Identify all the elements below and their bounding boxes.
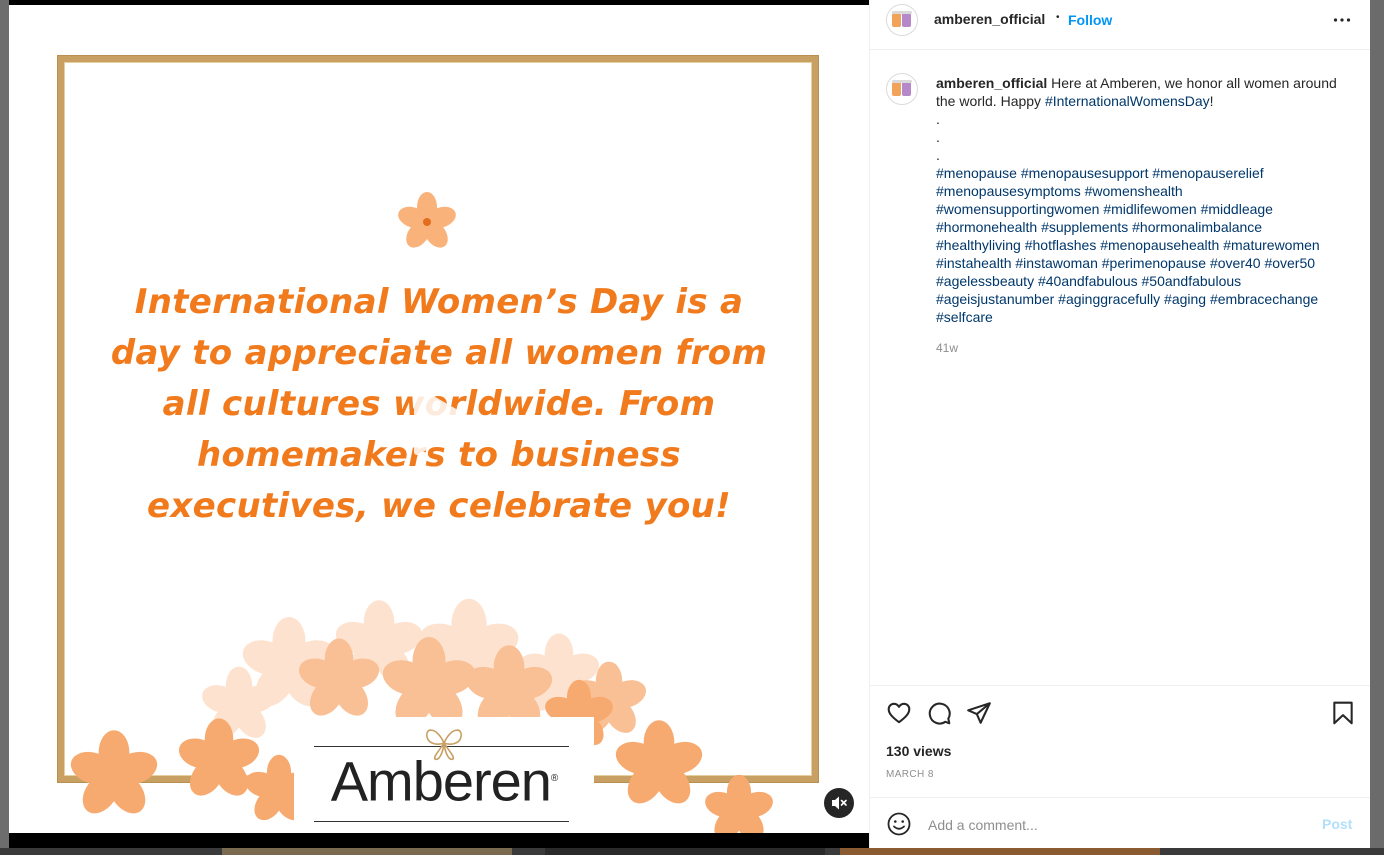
hashtag-line[interactable]: #menopausesymptoms #womenshealth bbox=[936, 182, 1356, 200]
hashtag-link[interactable]: #InternationalWomensDay bbox=[1045, 93, 1210, 109]
comment-input[interactable] bbox=[926, 814, 1310, 836]
backdrop-feed-strip bbox=[0, 848, 1384, 855]
play-icon[interactable] bbox=[409, 386, 475, 456]
hashtag-line[interactable]: #agelessbeauty #40andfabulous #50andfabu… bbox=[936, 272, 1356, 290]
post-media[interactable]: International Women’s Day is a day to ap… bbox=[9, 0, 869, 848]
hashtag-line[interactable]: #instahealth #instawoman #perimenopause … bbox=[936, 254, 1356, 272]
video-frame: International Women’s Day is a day to ap… bbox=[9, 5, 869, 833]
post-date: MARCH 8 bbox=[886, 769, 934, 780]
hashtag-line[interactable]: #menopause #menopausesupport #menopauser… bbox=[936, 164, 1356, 182]
logo-wordmark: Amberen® bbox=[330, 749, 559, 813]
action-bar: 130 views MARCH 8 bbox=[870, 685, 1370, 798]
caption-avatar[interactable] bbox=[886, 73, 918, 105]
backdrop-right bbox=[1369, 0, 1384, 855]
brand-logo: Amberen® bbox=[294, 717, 594, 833]
follow-button[interactable]: Follow bbox=[1068, 12, 1112, 28]
post-comment-button[interactable]: Post bbox=[1322, 816, 1352, 832]
hashtag-line[interactable]: #healthyliving #hotflashes #menopausehea… bbox=[936, 236, 1356, 254]
hashtag-line[interactable]: #selfcare bbox=[936, 308, 1356, 326]
caption: amberen_official Here at Amberen, we hon… bbox=[936, 74, 1356, 326]
volume-muted-icon bbox=[832, 796, 847, 810]
flower-icon bbox=[398, 192, 456, 248]
caption-end-punct: ! bbox=[1209, 93, 1214, 109]
comment-icon[interactable] bbox=[926, 700, 952, 726]
bookmark-icon[interactable] bbox=[1330, 700, 1356, 726]
post-details-panel: amberen_official • Follow amberen_offici… bbox=[869, 0, 1370, 848]
logo-rule-bottom bbox=[314, 821, 569, 822]
post-header: amberen_official • Follow bbox=[870, 0, 1370, 50]
hashtag-line[interactable]: #ageisjustanumber #aginggracefully #agin… bbox=[936, 290, 1356, 308]
view-count[interactable]: 130 views bbox=[886, 743, 951, 759]
header-username[interactable]: amberen_official bbox=[934, 11, 1045, 27]
backdrop-left bbox=[0, 0, 9, 855]
share-icon[interactable] bbox=[966, 700, 992, 726]
hashtag-line[interactable]: #hormonehealth #supplements #hormonalimb… bbox=[936, 218, 1356, 236]
avatar[interactable] bbox=[886, 4, 918, 36]
caption-dot: . bbox=[936, 111, 940, 127]
heart-icon[interactable] bbox=[886, 700, 912, 726]
header-separator: • bbox=[1056, 12, 1060, 23]
caption-timestamp[interactable]: 41w bbox=[936, 341, 958, 355]
mute-button[interactable] bbox=[824, 788, 854, 818]
caption-dot: . bbox=[936, 147, 940, 163]
more-horizontal-icon[interactable] bbox=[1332, 10, 1352, 30]
comment-bar: Post bbox=[870, 797, 1370, 849]
caption-username[interactable]: amberen_official bbox=[936, 75, 1047, 91]
emoji-icon[interactable] bbox=[886, 811, 912, 837]
caption-first-line: amberen_official Here at Amberen, we hon… bbox=[936, 74, 1356, 110]
hashtag-line[interactable]: #womensupportingwomen #midlifewomen #mid… bbox=[936, 200, 1356, 218]
caption-dot: . bbox=[936, 129, 940, 145]
post-modal: International Women’s Day is a day to ap… bbox=[9, 0, 1370, 848]
